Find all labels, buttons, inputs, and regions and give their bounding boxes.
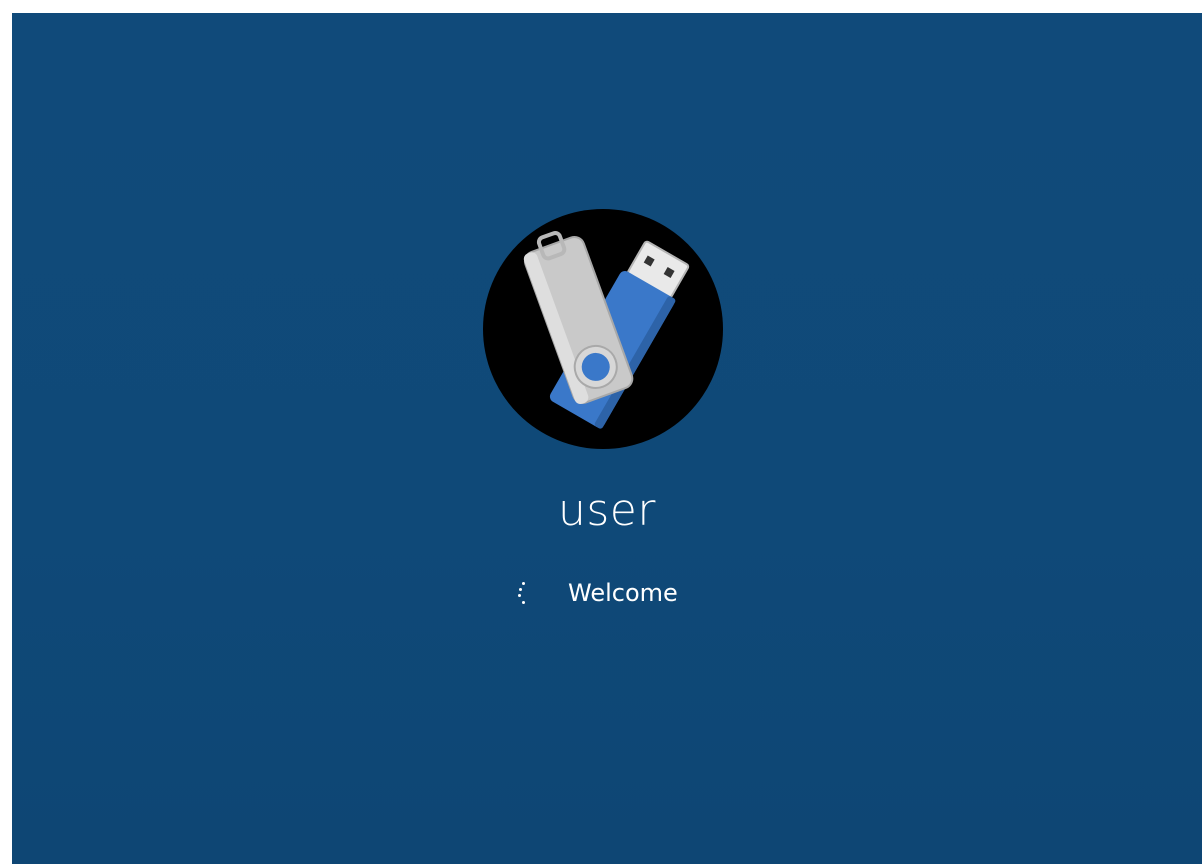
lock-screen-background: user Welcome <box>12 13 1202 864</box>
user-avatar <box>483 209 723 449</box>
welcome-status-text: Welcome <box>568 579 678 607</box>
username-label: user <box>558 485 656 536</box>
status-row: Welcome <box>512 578 678 608</box>
loading-spinner-icon <box>512 578 536 608</box>
usb-flash-drive-icon <box>523 231 690 429</box>
